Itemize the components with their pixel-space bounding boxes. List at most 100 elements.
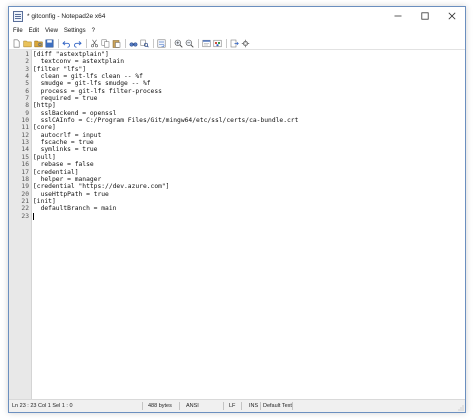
save-settings-button[interactable]	[241, 39, 250, 48]
code-line-text: [core]	[33, 124, 56, 132]
window-title: * gitconfig - Notepad2e x64	[27, 12, 106, 20]
line-number: 17	[21, 168, 29, 176]
code-line-text: [credential]	[33, 168, 79, 176]
scheme-icon	[202, 39, 211, 47]
minimize-button[interactable]	[384, 7, 411, 25]
toolbar-separator	[153, 38, 154, 48]
line-number: 20	[21, 190, 29, 198]
status-divider	[142, 402, 143, 410]
resize-grip-icon[interactable]	[458, 405, 464, 411]
code-line[interactable]: sslBackend = openssl	[33, 110, 461, 117]
line-number: 21	[21, 197, 29, 205]
code-line[interactable]: [credential "https://dev.azure.com"]	[33, 183, 461, 190]
code-line[interactable]: defaultBranch = main	[33, 205, 461, 212]
line-number: 14	[21, 146, 29, 154]
menu-edit[interactable]: Edit	[26, 28, 42, 34]
zoom-in-icon	[174, 39, 183, 48]
close-button[interactable]	[438, 7, 465, 25]
code-line[interactable]: useHttpPath = true	[33, 191, 461, 198]
line-number: 15	[21, 153, 29, 161]
menu-view[interactable]: View	[42, 28, 61, 34]
redo-button[interactable]	[73, 39, 82, 48]
code-line[interactable]	[33, 212, 461, 220]
code-line[interactable]: rebase = false	[33, 161, 461, 168]
code-line[interactable]: textconv = astextplain	[33, 58, 461, 65]
code-line[interactable]: [credential]	[33, 169, 461, 176]
paste-button[interactable]	[112, 39, 121, 48]
menu-help[interactable]: ?	[89, 28, 98, 34]
line-number: 11	[21, 124, 29, 132]
status-mode[interactable]: INS	[249, 400, 258, 412]
code-line[interactable]: helper = manager	[33, 176, 461, 183]
status-encoding[interactable]: ANSI	[186, 400, 199, 412]
menu-file[interactable]: File	[9, 28, 26, 34]
code-line[interactable]: [init]	[33, 198, 461, 205]
code-line[interactable]: fscache = true	[33, 139, 461, 146]
code-line[interactable]: autocrlf = input	[33, 132, 461, 139]
code-line-text: [pull]	[33, 153, 56, 161]
cut-button[interactable]	[90, 39, 99, 48]
scheme-button[interactable]	[202, 39, 211, 48]
zoom-out-icon	[185, 39, 194, 48]
copy-icon	[101, 39, 110, 47]
code-line[interactable]: process = git-lfs filter-process	[33, 88, 461, 95]
replace-button[interactable]	[140, 39, 149, 48]
code-line[interactable]: [filter "lfs"]	[33, 66, 461, 73]
line-number: 1	[25, 51, 29, 58]
code-line[interactable]: [http]	[33, 102, 461, 109]
toolbar-separator	[125, 38, 126, 48]
undo-button[interactable]	[62, 39, 71, 48]
code-line-text: useHttpPath = true	[33, 190, 109, 198]
status-scheme[interactable]: Default Text	[263, 400, 292, 412]
line-number: 23	[21, 212, 29, 220]
undo-icon	[62, 40, 70, 48]
code-line[interactable]: [core]	[33, 124, 461, 131]
code-line-text: helper = manager	[33, 175, 102, 183]
code-line-text: defaultBranch = main	[33, 205, 117, 213]
exit-icon	[230, 39, 239, 47]
editor-area[interactable]: 1 2 3 4 5 6 7 8 9 10 11 12 13 14 15 16 17 18 19 20 21 22 23 [d…	[9, 50, 465, 400]
code-line[interactable]: smudge = git-lfs smudge -- %f	[33, 80, 461, 87]
status-bar: Ln 23 : 23 Col 1 Sel 1 : 0 488 bytes ANS…	[9, 399, 465, 412]
maximize-button[interactable]	[411, 7, 438, 25]
status-eol[interactable]: LF	[229, 400, 235, 412]
menu-settings[interactable]: Settings	[61, 28, 89, 34]
line-number: 13	[21, 139, 29, 147]
copy-button[interactable]	[101, 39, 110, 48]
line-number: 5	[25, 80, 29, 88]
open-button[interactable]	[23, 39, 32, 48]
notepad-window: * gitconfig - Notepad2e x64 File Edit Vi…	[8, 6, 466, 413]
code-line[interactable]: [pull]	[33, 154, 461, 161]
toolbar-separator	[226, 38, 227, 48]
code-line[interactable]: clean = git-lfs clean -- %f	[33, 73, 461, 80]
save-button[interactable]	[45, 39, 54, 48]
find-button[interactable]	[129, 39, 138, 48]
zoom-out-button[interactable]	[185, 39, 194, 48]
exit-button[interactable]	[230, 39, 239, 48]
customize-scheme-button[interactable]	[213, 39, 222, 48]
code-line-text: [init]	[33, 197, 56, 205]
code-line-text: rebase = false	[33, 161, 94, 169]
toolbar	[9, 37, 465, 50]
line-number: 7	[25, 95, 29, 103]
title-bar[interactable]: * gitconfig - Notepad2e x64	[9, 7, 465, 25]
code-line[interactable]: [diff "astextplain"]	[33, 51, 461, 58]
menu-bar: File Edit View Settings ?	[9, 25, 465, 36]
code-line[interactable]: symlinks = true	[33, 146, 461, 153]
code-line[interactable]: required = true	[33, 95, 461, 102]
code-line-text: autocrlf = input	[33, 131, 102, 139]
text-caret	[33, 212, 34, 220]
code-text[interactable]: [diff "astextplain"] textconv = astextpl…	[33, 51, 461, 220]
notepad-app-icon[interactable]	[13, 10, 23, 22]
code-line-text: required = true	[33, 95, 98, 103]
line-number: 6	[25, 87, 29, 95]
zoom-in-button[interactable]	[174, 39, 183, 48]
word-wrap-icon	[157, 39, 166, 47]
customize-scheme-icon	[213, 39, 222, 47]
browse-button[interactable]	[34, 39, 43, 48]
word-wrap-button[interactable]	[157, 39, 166, 48]
line-number: 2	[25, 58, 29, 66]
new-file-button[interactable]	[12, 39, 21, 48]
code-line[interactable]: sslCAInfo = C:/Program Files/Git/mingw64…	[33, 117, 461, 124]
status-position: Ln 23 : 23 Col 1 Sel 1 : 0	[12, 403, 73, 409]
